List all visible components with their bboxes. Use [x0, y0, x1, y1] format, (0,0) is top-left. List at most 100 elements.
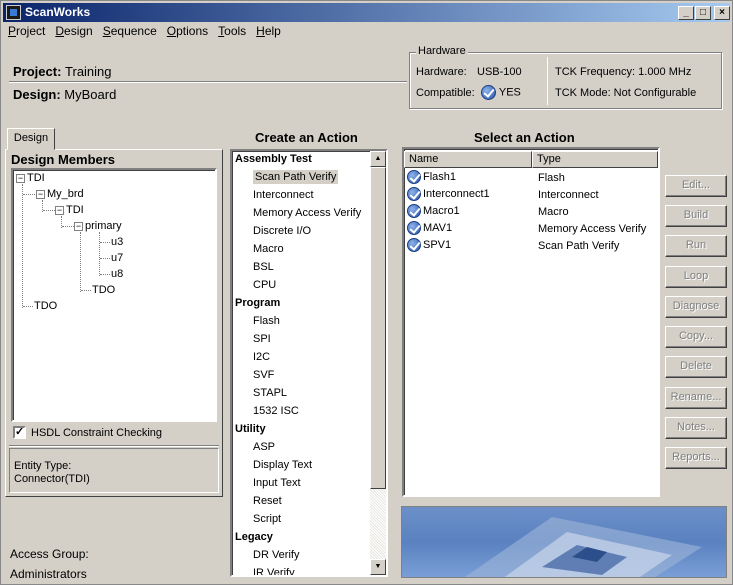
create-action-list[interactable]: Assembly Test Scan Path Verify Interconn…	[230, 149, 388, 577]
check-icon	[407, 238, 421, 252]
action-list-scrollbar[interactable]: ▲ ▼	[370, 151, 386, 575]
tree-node-board-tdi[interactable]: − TDI	[55, 204, 84, 216]
tree-node-tdo-inner[interactable]: TDO	[92, 284, 115, 296]
tree-node-primary[interactable]: − primary	[74, 220, 122, 232]
action-name: SPV1	[423, 238, 452, 251]
tck-mode: TCK Mode: Not Configurable	[555, 87, 697, 99]
scroll-thumb[interactable]	[370, 167, 386, 489]
action-row[interactable]: SPV1 Scan Path Verify	[407, 238, 657, 255]
action-svf[interactable]: SVF	[235, 367, 274, 385]
tree-node-u3[interactable]: u3	[111, 236, 123, 248]
action-row[interactable]: Interconnect1 Interconnect	[407, 187, 657, 204]
action-dr-verify[interactable]: DR Verify	[235, 547, 299, 565]
action-interconnect[interactable]: Interconnect	[235, 187, 314, 205]
design-tree[interactable]: − TDI − My_brd − TDI − primary u3 u7 u8 TDO …	[11, 168, 217, 422]
action-name: Flash1	[423, 170, 457, 183]
notes-button[interactable]: Notes...	[665, 417, 727, 439]
tree-node-u8[interactable]: u8	[111, 268, 123, 280]
action-type: Interconnect	[538, 189, 599, 201]
copy-button[interactable]: Copy...	[665, 326, 727, 348]
hsdl-checkbox-label: HSDL Constraint Checking	[31, 427, 163, 439]
action-row[interactable]: Flash1 Flash	[407, 170, 657, 187]
action-flash[interactable]: Flash	[235, 313, 280, 331]
collapse-icon[interactable]: −	[36, 189, 45, 199]
tree-connector	[99, 232, 100, 276]
menu-options[interactable]: Options	[162, 23, 213, 39]
action-script[interactable]: Script	[235, 511, 281, 529]
scroll-up-button[interactable]: ▲	[370, 151, 386, 167]
action-scan-path-verify[interactable]: Scan Path Verify	[235, 169, 339, 187]
scroll-down-button[interactable]: ▼	[370, 559, 386, 575]
action-input-text[interactable]: Input Text	[235, 475, 301, 493]
menu-design[interactable]: Design	[50, 23, 97, 39]
tree-node-tdo[interactable]: TDO	[34, 300, 57, 312]
build-button[interactable]: Build	[665, 205, 727, 227]
tree-node-tdi-root[interactable]: − TDI	[16, 172, 45, 184]
category-legacy: Legacy	[235, 531, 273, 543]
collapse-icon[interactable]: −	[16, 173, 25, 183]
entity-type-value: Connector(TDI)	[14, 473, 90, 485]
minimize-button[interactable]: _	[678, 6, 694, 20]
hardware-group: Hardware Hardware: USB-100 Compatible: Y…	[409, 45, 722, 109]
action-memory-access-verify[interactable]: Memory Access Verify	[235, 205, 361, 223]
collapse-icon[interactable]: −	[74, 221, 83, 231]
design-members-heading: Design Members	[11, 152, 116, 167]
header-divider	[9, 81, 407, 83]
action-discrete-io[interactable]: Discrete I/O	[235, 223, 311, 241]
tree-connector	[100, 258, 110, 259]
access-group-label: Access Group:	[10, 547, 89, 561]
action-type: Macro	[538, 206, 569, 218]
menu-project[interactable]: Project	[3, 23, 50, 39]
action-bsl[interactable]: BSL	[235, 259, 274, 277]
tree-connector	[22, 184, 23, 308]
tree-node-u7[interactable]: u7	[111, 252, 123, 264]
diagnose-button[interactable]: Diagnose	[665, 296, 727, 318]
project-name: Training	[65, 64, 112, 79]
select-action-list[interactable]: Name Type Flash1 Flash Interconnect1 Int…	[402, 147, 660, 497]
tab-design[interactable]: Design	[7, 128, 55, 150]
tree-node-label: TDI	[27, 172, 45, 184]
maximize-button[interactable]: □	[695, 6, 711, 20]
check-icon	[407, 170, 421, 184]
column-header-type[interactable]: Type	[532, 151, 658, 168]
design-name: MyBoard	[64, 87, 117, 102]
column-header-name[interactable]: Name	[404, 151, 532, 168]
menu-tools[interactable]: Tools	[213, 23, 251, 39]
rename-button[interactable]: Rename...	[665, 387, 727, 409]
action-reset[interactable]: Reset	[235, 493, 282, 511]
reports-button[interactable]: Reports...	[665, 447, 727, 469]
action-i2c[interactable]: I2C	[235, 349, 270, 367]
action-stapl[interactable]: STAPL	[235, 385, 287, 403]
tree-connector	[23, 306, 33, 307]
collapse-icon[interactable]: −	[55, 205, 64, 215]
action-display-text[interactable]: Display Text	[235, 457, 312, 475]
left-panel-divider	[9, 445, 219, 447]
tree-connector	[100, 274, 110, 275]
action-spi[interactable]: SPI	[235, 331, 271, 349]
action-cpu[interactable]: CPU	[235, 277, 276, 295]
action-macro[interactable]: Macro	[235, 241, 284, 259]
edit-button[interactable]: Edit...	[665, 175, 727, 197]
hsdl-checkbox[interactable]: ✓	[13, 426, 26, 439]
title-bar[interactable]: ScanWorks _ □ ×	[3, 3, 730, 22]
design-label: Design:	[13, 87, 61, 102]
run-button[interactable]: Run	[665, 235, 727, 257]
action-1532-isc[interactable]: 1532 ISC	[235, 403, 299, 421]
tree-connector	[81, 290, 91, 291]
close-button[interactable]: ×	[714, 6, 730, 20]
hardware-group-title: Hardware	[416, 45, 468, 57]
menu-help[interactable]: Help	[251, 23, 286, 39]
action-row[interactable]: MAV1 Memory Access Verify	[407, 221, 657, 238]
delete-button[interactable]: Delete	[665, 356, 727, 378]
compatible-value: YES	[498, 86, 521, 99]
loop-button[interactable]: Loop	[665, 266, 727, 288]
tck-frequency: TCK Frequency: 1.000 MHz	[555, 66, 692, 78]
action-row[interactable]: Macro1 Macro	[407, 204, 657, 221]
action-ir-verify[interactable]: IR Verify	[235, 565, 295, 575]
chip-illustration	[464, 517, 702, 577]
action-asp[interactable]: ASP	[235, 439, 275, 457]
select-action-heading: Select an Action	[474, 130, 575, 145]
tree-node-board[interactable]: − My_brd	[36, 188, 84, 200]
scanworks-window: ScanWorks _ □ × Project Design Sequence Opt…	[0, 0, 733, 585]
menu-sequence[interactable]: Sequence	[98, 23, 162, 39]
